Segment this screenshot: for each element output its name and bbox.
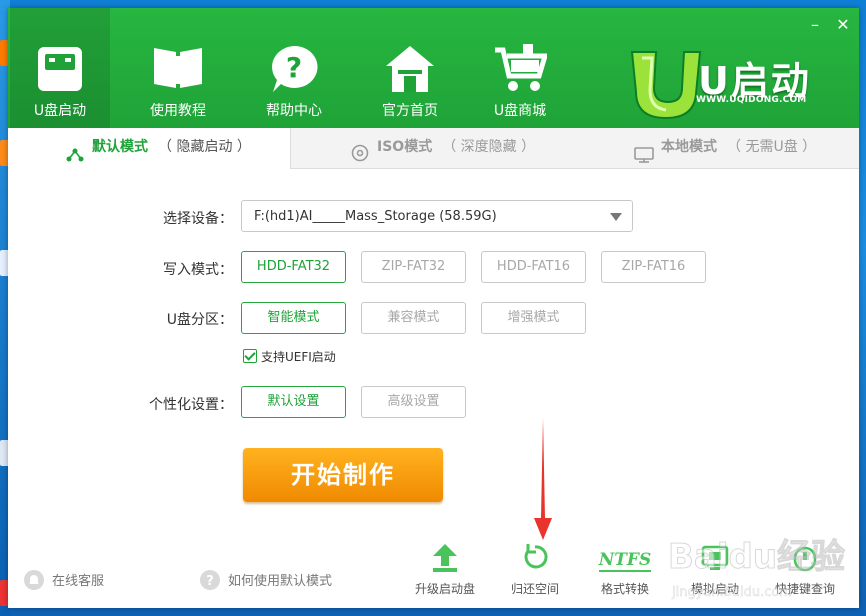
baidu-watermark-icon: Baidu经验 jingyan.baidu.com: [668, 537, 846, 601]
svg-text:?: ?: [286, 51, 302, 84]
nav-label: U盘商城: [493, 103, 547, 119]
tab-subtitle: （ 隐藏启动 ）: [158, 139, 251, 155]
brand-url: WWW.UQIDONG.COM: [696, 95, 807, 105]
device-select-value: F:(hd1)AI_____Mass_Storage (58.59G): [254, 209, 497, 224]
tab-title: 本地模式: [661, 139, 717, 155]
tab-iso-mode[interactable]: ISO模式 （ 深度隐藏 ）: [291, 128, 573, 168]
device-label: 选择设备：: [163, 211, 233, 227]
watermark-text: Baidu经验: [668, 537, 845, 577]
nav-tutorial[interactable]: 使用教程: [128, 8, 228, 128]
online-support-link[interactable]: 在线客服: [24, 570, 104, 590]
device-select[interactable]: F:(hd1)AI_____Mass_Storage (58.59G): [241, 200, 633, 232]
tool-label: 格式转换: [600, 582, 649, 596]
nav-help-center[interactable]: ? 帮助中心: [244, 8, 344, 128]
tool-label: 升级启动盘: [414, 582, 475, 596]
online-support-label: 在线客服: [52, 574, 105, 589]
write-mode-zip-fat32[interactable]: ZIP-FAT32: [361, 251, 466, 283]
ntfs-icon-text: NTFS: [598, 550, 652, 572]
svg-text:?: ?: [206, 574, 214, 589]
tab-subtitle: （ 无需U盘 ）: [727, 139, 817, 155]
partition-smart-mode[interactable]: 智能模式: [241, 302, 346, 334]
write-mode-zip-fat16[interactable]: ZIP-FAT16: [601, 251, 706, 283]
question-bubble-icon: ?: [269, 44, 319, 98]
tab-title: 默认模式: [92, 139, 148, 155]
custom-settings-label: 个性化设置：: [149, 397, 233, 413]
nav-shop[interactable]: U盘商城: [470, 8, 570, 128]
upgrade-boot-disk-button[interactable]: 升级启动盘: [400, 538, 490, 597]
advanced-settings-button[interactable]: 高级设置: [361, 386, 466, 418]
nav-label: 官方首页: [382, 103, 438, 119]
mode-tabs: 默认模式 （ 隐藏启动 ） ISO模式 （ 深度隐藏 ） 本地模式 （ 无需U盘 ）: [8, 128, 859, 169]
tool-label: 归还空间: [510, 582, 559, 596]
annotation-arrow-icon: [534, 418, 552, 540]
minimize-button[interactable]: –: [803, 14, 827, 36]
monitor-icon: [634, 140, 654, 178]
nav-home[interactable]: 官方首页: [360, 8, 460, 128]
nav-label: U盘启动: [33, 103, 87, 119]
disc-icon: [351, 139, 369, 177]
header-bar: – ✕ U盘启动 使用教程 ? 帮助中心 官方首页 U盘商城 U启动 WWW.U…: [8, 8, 859, 128]
home-icon: [384, 44, 436, 98]
share-nodes-icon: [66, 140, 84, 178]
partition-label: U盘分区：: [166, 312, 233, 328]
usb-drive-icon: [35, 44, 85, 98]
write-mode-hdd-fat32[interactable]: HDD-FAT32: [241, 251, 346, 283]
close-button[interactable]: ✕: [831, 14, 855, 36]
restore-space-button[interactable]: 归还空间: [490, 538, 580, 597]
uefi-checkbox[interactable]: 支持UEFI启动: [243, 348, 336, 365]
start-make-button[interactable]: 开始制作: [243, 448, 443, 502]
nav-label: 帮助中心: [266, 103, 322, 119]
partition-enhanced-mode[interactable]: 增强模式: [481, 302, 586, 334]
format-convert-button[interactable]: NTFS 格式转换: [580, 538, 670, 597]
question-icon: ?: [200, 570, 220, 590]
default-settings-button[interactable]: 默认设置: [241, 386, 346, 418]
tab-subtitle: （ 深度隐藏 ）: [442, 139, 536, 155]
restore-icon: [490, 538, 580, 572]
app-window: – ✕ U盘启动 使用教程 ? 帮助中心 官方首页 U盘商城 U启动 WWW.U…: [8, 8, 859, 608]
shopping-cart-icon: [493, 44, 549, 98]
tab-default-mode[interactable]: 默认模式 （ 隐藏启动 ）: [8, 128, 291, 169]
chevron-down-icon: [610, 213, 622, 221]
nav-label: 使用教程: [150, 103, 206, 119]
upload-arrow-icon: [400, 538, 490, 572]
uefi-checkbox-label: 支持UEFI启动: [261, 350, 336, 364]
write-mode-hdd-fat16[interactable]: HDD-FAT16: [481, 251, 586, 283]
partition-compat-mode[interactable]: 兼容模式: [361, 302, 466, 334]
write-mode-label: 写入模式：: [163, 262, 233, 278]
how-to-use-link[interactable]: ? 如何使用默认模式: [200, 570, 332, 590]
tab-title: ISO模式: [377, 139, 433, 155]
ntfs-icon: NTFS: [580, 538, 670, 572]
nav-usb-boot[interactable]: U盘启动: [10, 8, 110, 128]
book-icon: [152, 44, 204, 94]
checkmark-icon: [243, 349, 257, 363]
tab-local-mode[interactable]: 本地模式 （ 无需U盘 ）: [574, 128, 859, 168]
bell-icon: [24, 570, 44, 590]
watermark-url: jingyan.baidu.com: [671, 585, 792, 600]
how-to-use-label: 如何使用默认模式: [228, 574, 333, 589]
